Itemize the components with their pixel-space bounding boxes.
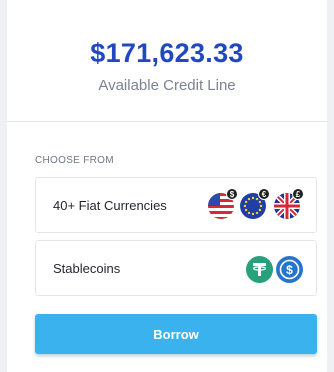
pound-badge: £ <box>292 188 304 200</box>
borrow-button[interactable]: Borrow <box>35 314 317 354</box>
dollar-badge: $ <box>226 188 238 200</box>
stablecoins-option[interactable]: Stablecoins $ <box>35 240 317 296</box>
fiat-currencies-label: 40+ Fiat Currencies <box>53 198 167 213</box>
euro-badge: € <box>258 188 270 200</box>
credit-caption: Available Credit Line <box>98 77 236 94</box>
svg-text:$: $ <box>286 263 293 277</box>
credit-card-panel: $171,623.33 Available Credit Line CHOOSE… <box>7 0 327 372</box>
currency-chooser: CHOOSE FROM 40+ Fiat Currencies $ € £ St… <box>7 123 327 372</box>
choose-from-label: CHOOSE FROM <box>35 155 114 166</box>
credit-amount: $171,623.33 <box>90 38 244 68</box>
stablecoins-label: Stablecoins <box>53 261 121 276</box>
tether-icon <box>246 256 273 283</box>
fiat-currencies-option[interactable]: 40+ Fiat Currencies $ € £ <box>35 177 317 233</box>
credit-summary: $171,623.33 Available Credit Line <box>7 0 327 122</box>
usd-coin-icon: $ <box>276 256 303 283</box>
